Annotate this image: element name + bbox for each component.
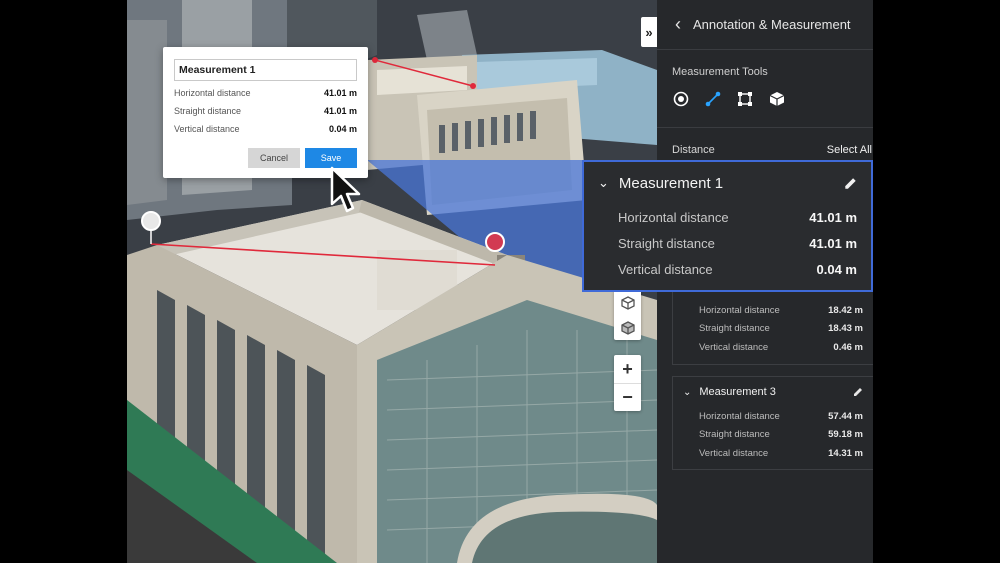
select-all-link[interactable]: Select All (827, 144, 872, 156)
distance-tool-icon[interactable] (704, 90, 722, 108)
measurement-name: Measurement 1 (618, 174, 724, 192)
measurement-row: Vertical distance 0.04 m (584, 256, 871, 282)
row-label: Horizontal distance (699, 410, 780, 422)
view-mode-controls (614, 290, 641, 340)
row-label: Horizontal distance (618, 209, 729, 225)
distance-label: Distance (672, 144, 715, 156)
mouse-cursor-icon (330, 166, 361, 213)
measurement-row: Horizontal distance 57.44 m (673, 407, 873, 426)
chevron-down-icon[interactable]: ⌄ (598, 175, 609, 191)
row-label: Straight distance (699, 429, 770, 441)
measurement-row: Straight distance 59.18 m (673, 426, 873, 445)
panel-header: ‹ Annotation & Measurement (657, 0, 873, 50)
volume-tool-icon[interactable] (768, 90, 786, 108)
popup-row-vertical: Vertical distance 0.04 m (174, 124, 357, 134)
chevron-down-icon[interactable]: ⌄ (683, 387, 691, 398)
popup-label: Vertical distance (174, 124, 240, 134)
measurement-header[interactable]: ⌄ Measurement 1 (584, 162, 871, 204)
divider (657, 127, 873, 128)
row-value: 0.46 m (833, 341, 863, 353)
measurement-card-3[interactable]: ⌄ Measurement 3 Horizontal distance 57.4… (672, 376, 873, 470)
measurement-row: Vertical distance 0.46 m (673, 338, 873, 357)
measurement-save-dialog: Horizontal distance 41.01 m Straight dis… (163, 47, 368, 178)
row-value: 0.04 m (816, 261, 857, 277)
back-arrow-icon[interactable]: ‹ (675, 14, 681, 35)
row-label: Vertical distance (699, 341, 769, 353)
row-label: Straight distance (618, 235, 715, 251)
measurement-tools (672, 90, 786, 108)
row-label: Horizontal distance (699, 304, 780, 316)
view-perspective-icon[interactable] (620, 320, 635, 335)
zoom-out-button[interactable]: − (614, 383, 641, 411)
panel-title: Annotation & Measurement (693, 17, 851, 32)
edit-pencil-icon[interactable] (844, 177, 857, 190)
measurement-header[interactable]: ⌄ Measurement 3 (673, 377, 873, 407)
row-value: 14.31 m (828, 447, 863, 459)
popup-label: Straight distance (174, 106, 242, 116)
distance-header: Distance Select All (672, 144, 872, 156)
popup-value: 41.01 m (323, 106, 357, 116)
point-tool-icon[interactable] (672, 90, 690, 108)
row-value: 41.01 m (809, 209, 857, 225)
zoom-controls: + − (614, 355, 641, 411)
edit-pencil-icon[interactable] (853, 387, 863, 397)
popup-label: Horizontal distance (174, 88, 251, 98)
measurement-row: Vertical distance 14.31 m (673, 444, 873, 463)
row-value: 18.42 m (828, 304, 863, 316)
row-label: Straight distance (699, 323, 770, 335)
view-3d-icon[interactable] (620, 295, 635, 310)
measure-end-point[interactable] (485, 232, 505, 252)
row-value: 57.44 m (828, 410, 863, 422)
tools-label: Measurement Tools (672, 66, 768, 78)
row-value: 59.18 m (828, 429, 863, 441)
row-value: 41.01 m (809, 235, 857, 251)
measurement-name: Measurement 3 (699, 386, 776, 398)
measurement-row: Horizontal distance 41.01 m (584, 204, 871, 230)
row-value: 18.43 m (828, 323, 863, 335)
measurement-name-input[interactable] (174, 59, 357, 81)
zoom-in-button[interactable]: + (614, 355, 641, 383)
row-label: Vertical distance (618, 261, 713, 277)
popup-row-straight: Straight distance 41.01 m (174, 106, 357, 116)
collapse-panel-button[interactable]: » (641, 17, 657, 47)
row-label: Vertical distance (699, 447, 769, 459)
popup-row-horizontal: Horizontal distance 41.01 m (174, 88, 357, 98)
popup-value: 0.04 m (328, 124, 357, 134)
cancel-button[interactable]: Cancel (248, 148, 300, 168)
measure-start-point[interactable] (141, 211, 161, 231)
save-button[interactable]: Save (305, 148, 357, 168)
measurement-row: Straight distance 41.01 m (584, 230, 871, 256)
popup-value: 41.01 m (323, 88, 357, 98)
measurement-row: Straight distance 18.43 m (673, 320, 873, 339)
measurement-row: Horizontal distance 18.42 m (673, 301, 873, 320)
area-tool-icon[interactable] (736, 90, 754, 108)
measurement-card-1-highlight[interactable]: ⌄ Measurement 1 Horizontal distance 41.0… (582, 160, 873, 292)
